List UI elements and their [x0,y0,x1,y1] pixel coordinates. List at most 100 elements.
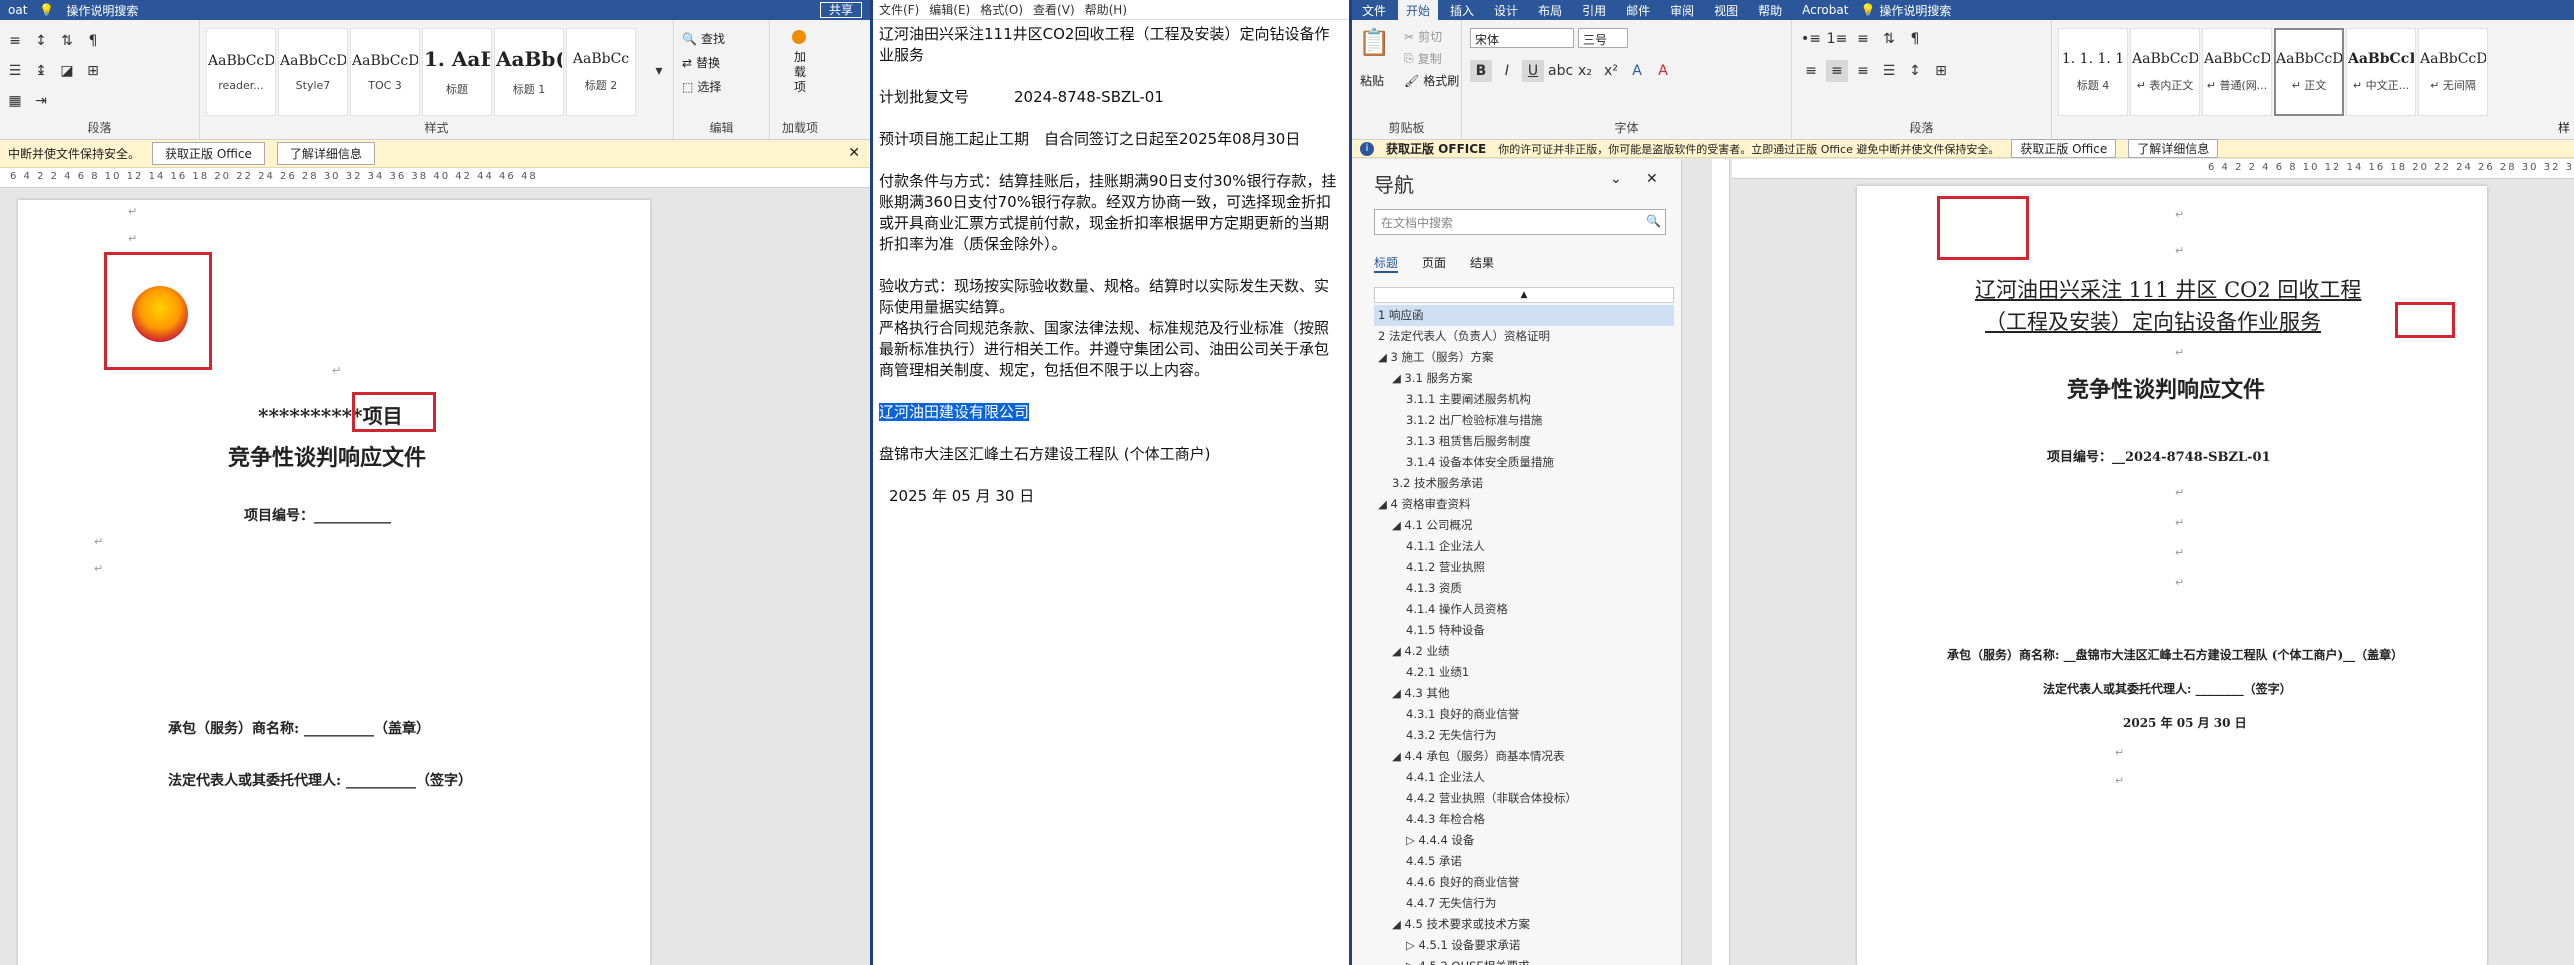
sort-icon[interactable]: ⇅ [56,30,78,52]
style-item[interactable]: AaBbCcDc↵ 正文 [2274,28,2344,116]
nav-heading-item[interactable]: ▷ 4.5.2 QHSE相关要求 [1374,956,1674,965]
addins-group[interactable]: 加载项 加载项 [770,20,830,140]
text-effects-icon[interactable]: A [1626,60,1648,82]
nav-heading-item[interactable]: 3.1.3 租赁售后服务制度 [1374,431,1674,452]
tab-pages[interactable]: 页面 [1422,254,1446,273]
style-item[interactable]: 1. 1. 1. 1 标题 4 [2058,28,2128,116]
font-color-icon[interactable]: A [1652,60,1674,82]
get-office-button[interactable]: 获取正版 Office [152,142,265,165]
tab-insert[interactable]: 插入 [1442,0,1482,20]
nav-heading-item[interactable]: 3.1.4 设备本体安全质量措施 [1374,452,1674,473]
nav-heading-item[interactable]: 4.4.1 企业法人 [1374,767,1674,788]
menu-view[interactable]: 查看(V) [1033,1,1075,18]
superscript-icon[interactable]: x² [1600,60,1622,82]
nav-search-input[interactable]: 在文档中搜索 [1374,209,1666,235]
nav-heading-item[interactable]: 3.1.2 出厂检验标准与措施 [1374,410,1674,431]
nav-heading-item[interactable]: 4.4.7 无失信行为 [1374,893,1674,914]
border-icon[interactable]: ⊞ [1930,60,1952,82]
sort-icon[interactable]: ⇅ [1878,28,1900,50]
numbering-icon[interactable]: 1≡ [1826,28,1848,50]
tab-file[interactable]: 文件 [1354,0,1394,20]
align-center-icon[interactable]: ≡ [1826,60,1848,82]
nav-heading-item[interactable]: 4.2.1 业绩1 [1374,662,1674,683]
paste-icon[interactable]: 📋 [1358,28,1390,58]
style-item[interactable]: AaBbCcDc↵ 无间隔 [2418,28,2488,116]
nav-heading-item[interactable]: ◢ 3.1 服务方案 [1374,368,1674,389]
justify-icon[interactable]: ☰ [1878,60,1900,82]
tab-review[interactable]: 审阅 [1662,0,1702,20]
nav-heading-item[interactable]: ◢ 4.2 业绩 [1374,641,1674,662]
tab-references[interactable]: 引用 [1574,0,1614,20]
nav-heading-item[interactable]: 1 响应函 [1374,305,1674,326]
align-icon[interactable]: ≡ [4,30,26,52]
get-office-button[interactable]: 获取正版 Office [2011,139,2117,158]
nav-heading-item[interactable]: 4.4.2 营业执照（非联合体投标） [1374,788,1674,809]
help-search[interactable]: 操作说明搜索 [66,2,138,19]
menu-edit[interactable]: 编辑(E) [929,1,970,18]
multilevel-icon[interactable]: ≡ [1852,28,1874,50]
line-spacing-icon[interactable]: ↕ [1904,60,1926,82]
tab-view[interactable]: 视图 [1706,0,1746,20]
align-left-icon[interactable]: ≡ [1800,60,1822,82]
shading-icon[interactable]: ◪ [56,60,78,82]
nav-heading-item[interactable]: 3.2 技术服务承诺 [1374,473,1674,494]
style-item[interactable]: AaBbCcDc↵ 普通(网... [2202,28,2272,116]
style-item[interactable]: AaBbCcDdStyle7 [278,28,348,116]
nav-heading-item[interactable]: ◢ 4 资格审查资料 [1374,494,1674,515]
tab-acrobat[interactable]: Acrobat [1794,0,1856,20]
chevron-down-icon[interactable]: ⌄ [1610,171,1622,187]
nav-heading-item[interactable]: 4.1.4 操作人员资格 [1374,599,1674,620]
italic-icon[interactable]: I [1496,60,1518,82]
tab-home[interactable]: 开始 [1398,0,1439,20]
tab-design[interactable]: 设计 [1486,0,1526,20]
font-name-select[interactable]: 宋体 [1470,28,1574,48]
style-item[interactable]: AaBbCcDdlTOC 3 [350,28,420,116]
menu-help[interactable]: 帮助(H) [1085,1,1127,18]
nav-heading-item[interactable]: ◢ 4.5 技术要求或技术方案 [1374,914,1674,935]
style-item[interactable]: 1. AaBl标题 [422,28,492,116]
nav-scroll-up[interactable]: ▲ [1374,287,1674,303]
menu-file[interactable]: 文件(F) [879,1,919,18]
select-button[interactable]: ⬚ 选择 [682,78,721,95]
indent-icon[interactable]: ⇥ [30,90,52,112]
nav-heading-item[interactable]: ▷ 4.5.1 设备要求承诺 [1374,935,1674,956]
style-item[interactable]: AaBb(标题 1 [494,28,564,116]
help-search[interactable]: 操作说明搜索 [1879,2,1951,19]
style-item[interactable]: AaBbCcDdreader... [206,28,276,116]
nav-heading-item[interactable]: ◢ 4.1 公司概况 [1374,515,1674,536]
menu-format[interactable]: 格式(O) [980,1,1023,18]
show-marks-icon[interactable]: ¶ [82,30,104,52]
share-button[interactable]: 共享 [819,2,862,18]
nav-heading-item[interactable]: 4.4.5 承诺 [1374,851,1674,872]
nav-heading-item[interactable]: 4.1.2 营业执照 [1374,557,1674,578]
nav-heading-item[interactable]: 3.1.1 主要阐述服务机构 [1374,389,1674,410]
subscript-icon[interactable]: x₂ [1574,60,1596,82]
paste-button[interactable]: 粘贴 [1360,72,1384,89]
bullets-icon[interactable]: •≡ [1800,28,1822,50]
tab-headings[interactable]: 标题 [1374,254,1399,273]
tab-results[interactable]: 结果 [1470,254,1494,273]
nav-heading-item[interactable]: 4.3.1 良好的商业信誉 [1374,704,1674,725]
nav-heading-item[interactable]: 4.1.3 资质 [1374,578,1674,599]
justify-icon[interactable]: ☰ [4,60,26,82]
notepad-text-area[interactable]: 辽河油田兴采注111井区CO2回收工程（工程及安装）定向钻设备作业服务 计划批复… [873,20,1349,532]
tab-help[interactable]: 帮助 [1750,0,1790,20]
nav-heading-item[interactable]: ◢ 4.4 承包（服务）商基本情况表 [1374,746,1674,767]
border-icon[interactable]: ⊞ [82,60,104,82]
spacing-icon[interactable]: ↨ [30,60,52,82]
find-button[interactable]: 🔍 查找 [682,30,725,47]
format-painter-button[interactable]: 🖌 格式刷 [1404,72,1459,89]
learn-more-button[interactable]: 了解详细信息 [276,142,375,165]
underline-icon[interactable]: U [1522,60,1544,82]
copy-button[interactable]: ⎘ 复制 [1404,50,1442,67]
style-item[interactable]: AaBbCcD↵ 中文正... [2346,28,2416,116]
line-spacing-icon[interactable]: ↕ [30,30,52,52]
show-marks-icon[interactable]: ¶ [1904,28,1926,50]
search-icon[interactable]: 🔍 [1646,214,1661,228]
nav-heading-item[interactable]: 4.3.2 无失信行为 [1374,725,1674,746]
tab-mailings[interactable]: 邮件 [1618,0,1658,20]
columns-icon[interactable]: ▦ [4,90,26,112]
styles-more-icon[interactable]: ▾ [648,60,670,82]
nav-heading-item[interactable]: ◢ 3 施工（服务）方案 [1374,347,1674,368]
tab-layout[interactable]: 布局 [1530,0,1570,20]
